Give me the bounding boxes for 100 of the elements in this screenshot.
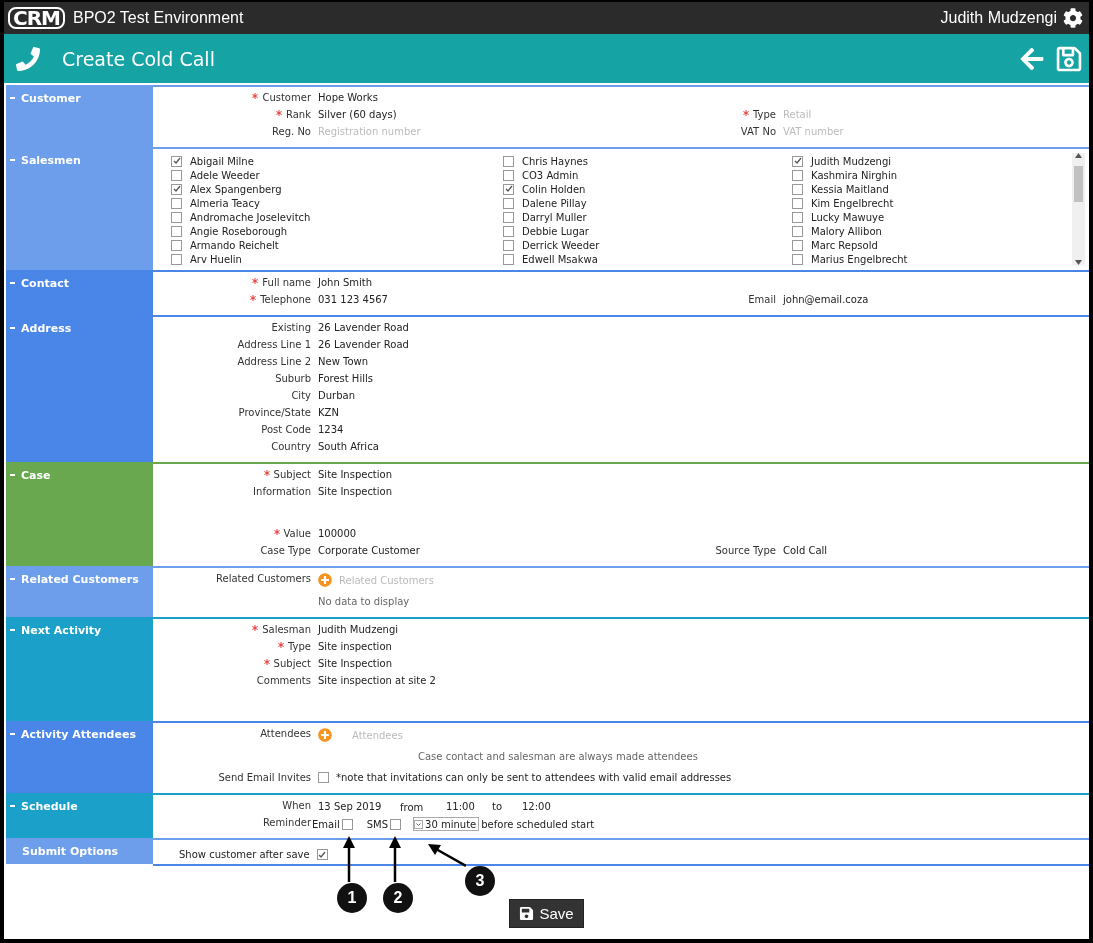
field-value[interactable]: Silver (60 days) (318, 109, 611, 122)
field-value[interactable]: KZN (318, 407, 611, 420)
checkbox[interactable] (171, 155, 182, 167)
date-value[interactable]: 13 Sep 2019 (318, 801, 400, 812)
checkbox[interactable] (171, 253, 182, 265)
field-value[interactable]: South Africa (318, 441, 611, 454)
field-value[interactable]: Site Inspection (318, 486, 611, 526)
field-value[interactable]: Hope Works (318, 92, 611, 105)
add-icon[interactable] (318, 728, 332, 742)
field-value[interactable]: New Town (318, 356, 611, 369)
checkbox[interactable] (503, 155, 514, 167)
save-button[interactable]: Save (509, 899, 584, 928)
checkbox[interactable] (318, 772, 329, 783)
scrollbar-thumb[interactable] (1074, 166, 1083, 202)
section-header[interactable]: Activity Attendees (6, 723, 153, 793)
time-value[interactable]: 11:00 (446, 801, 492, 812)
salesman-name: Armando Reichelt (190, 239, 279, 251)
salesman-name: Darryl Muller (522, 211, 587, 223)
section-header[interactable]: Address (6, 317, 153, 462)
salesman-name: Almeria Teacy (190, 197, 260, 209)
field-value[interactable]: Judith Mudzengi (318, 624, 611, 637)
sms-label: SMS (366, 818, 389, 830)
checkbox[interactable] (503, 211, 514, 223)
salesman-name: Edwell Msakwa (522, 253, 598, 265)
logo: CRM (8, 7, 65, 29)
field-value[interactable]: 26 Lavender Road (318, 322, 611, 335)
field-value[interactable]: 1234 (318, 424, 611, 437)
invite-note: *note that invitations can only be sent to attendees with valid email addresses (336, 772, 732, 783)
section-header[interactable]: Contact (6, 272, 153, 315)
checkbox[interactable] (503, 169, 514, 181)
field-value[interactable]: 100000 (318, 528, 611, 541)
callout-number: 3 (465, 866, 495, 896)
checkbox[interactable] (792, 225, 803, 237)
field-value[interactable]: John Smith (318, 277, 611, 290)
field-label: Comments (256, 675, 311, 686)
field-label: Telephone (260, 294, 311, 305)
dropdown-icon[interactable] (414, 819, 424, 829)
field-value[interactable]: Forest Hills (318, 373, 611, 386)
field-label: Address Line 2 (237, 356, 311, 367)
email-label: Email (312, 818, 340, 830)
checkbox[interactable] (792, 211, 803, 223)
phone-icon (16, 46, 40, 71)
checkbox[interactable] (503, 197, 514, 209)
salesman-name: Dalene Pillay (522, 197, 587, 209)
to-label: to (492, 801, 504, 812)
checkbox[interactable] (503, 253, 514, 265)
checkbox[interactable] (792, 155, 803, 167)
field-value[interactable]: Site Inspection (318, 658, 611, 671)
field-value[interactable]: 031 123 4567 (318, 294, 611, 307)
callout-number: 2 (383, 883, 413, 913)
interval-select[interactable]: 30 minute (413, 817, 480, 831)
attendees-note: Case contact and salesman are always made attendees (418, 751, 699, 762)
field-label: Address Line 1 (237, 339, 311, 350)
checkbox[interactable] (171, 239, 182, 251)
checkbox[interactable] (792, 253, 803, 265)
scroll-up-icon[interactable] (1075, 153, 1082, 158)
field-label: Reg. No (272, 126, 311, 137)
user-name[interactable]: Judith Mudzengi (940, 9, 1057, 27)
checkbox[interactable] (390, 818, 402, 830)
salesman-name: Andromache Joselevitch (190, 211, 311, 223)
checkbox[interactable] (792, 169, 803, 181)
checkbox[interactable] (503, 183, 514, 195)
field-value[interactable]: Site Inspection (318, 469, 611, 482)
settings-icon[interactable] (1063, 8, 1083, 28)
checkbox[interactable] (503, 225, 514, 237)
scroll-down-icon[interactable] (1075, 260, 1082, 265)
checkbox[interactable] (792, 239, 803, 251)
page-title: Create Cold Call (62, 47, 215, 70)
checkbox[interactable] (171, 225, 182, 237)
checkbox[interactable] (316, 849, 328, 860)
field-label: Reminder (261, 817, 311, 828)
checkbox[interactable] (171, 197, 182, 209)
save-icon[interactable] (1055, 44, 1083, 73)
add-icon[interactable] (318, 573, 332, 587)
salesman-name: Marc Repsold (811, 239, 878, 251)
checkbox[interactable] (171, 211, 182, 223)
field-value[interactable]: john@email.coza (783, 294, 1089, 305)
checkbox[interactable] (171, 183, 182, 195)
scrollbar[interactable] (1072, 153, 1085, 265)
salesman-name: Arv Huelin (190, 253, 242, 265)
field-label: Type (753, 109, 776, 120)
checkbox[interactable] (792, 197, 803, 209)
field-value[interactable]: 26 Lavender Road (318, 339, 611, 352)
field-value[interactable]: Site inspection at site 2 (318, 675, 611, 715)
time-value[interactable]: 12:00 (522, 801, 551, 812)
checkbox[interactable] (171, 169, 182, 181)
field-value[interactable]: Cold Call (783, 545, 1089, 556)
field-label: Post Code (261, 424, 311, 435)
field-label: Province/State (238, 407, 311, 418)
salesman-name: Lucky Mawuye (811, 211, 885, 223)
salesman-name: Colin Holden (522, 183, 586, 195)
checkbox[interactable] (503, 239, 514, 251)
field-label: Information (253, 486, 311, 497)
from-label: from (400, 802, 425, 813)
checkbox[interactable] (341, 818, 353, 830)
field-value[interactable]: Corporate Customer (318, 545, 611, 558)
checkbox[interactable] (792, 183, 803, 195)
field-value[interactable]: Site inspection (318, 641, 611, 654)
back-arrow-icon[interactable] (1019, 45, 1045, 72)
field-value[interactable]: Durban (318, 390, 611, 403)
